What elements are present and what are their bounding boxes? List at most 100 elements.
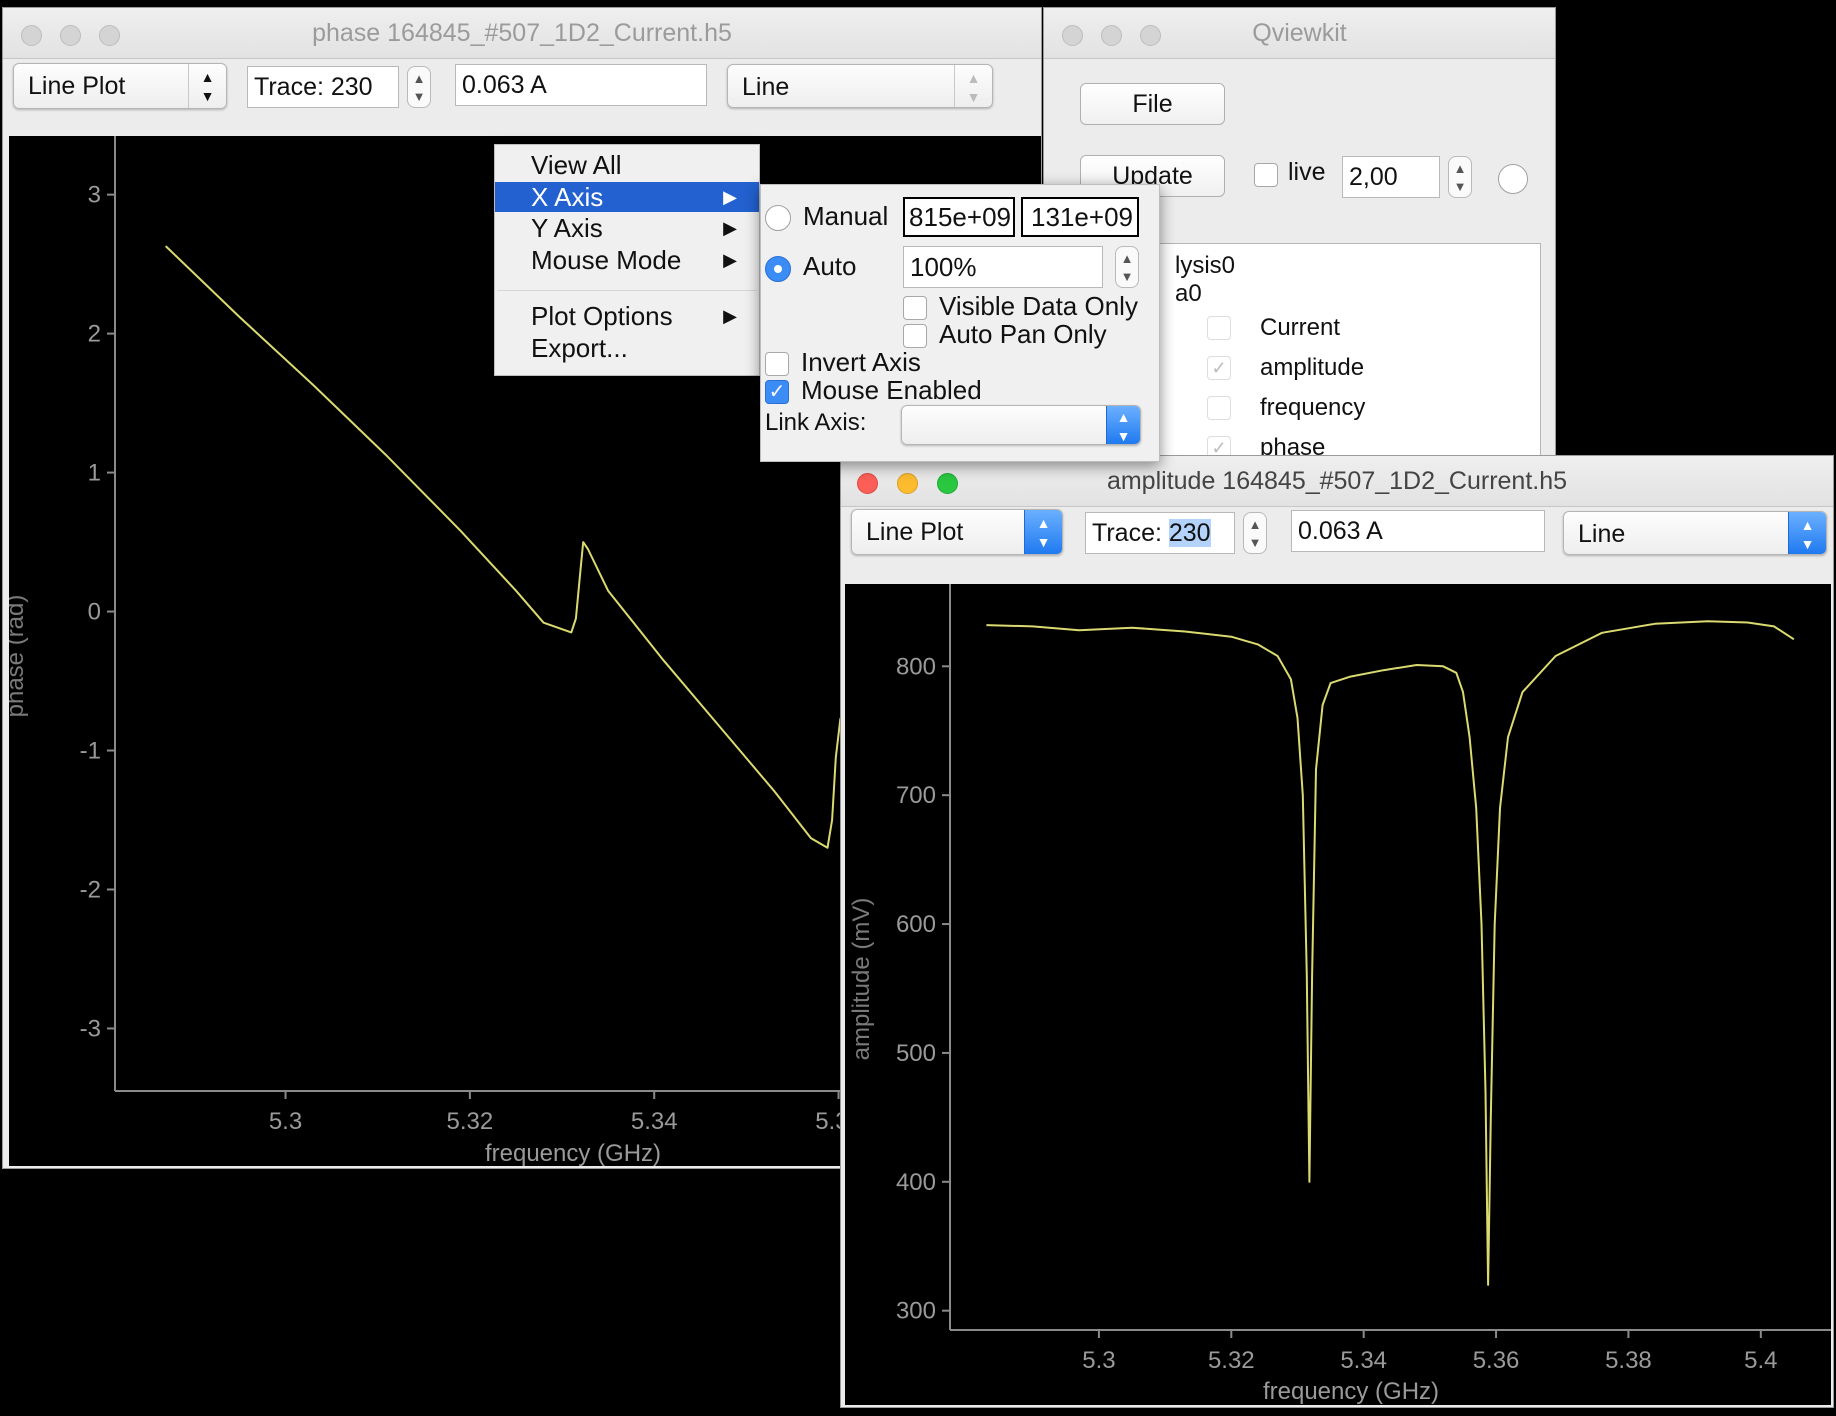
auto-percent-field[interactable]: 100% (903, 246, 1103, 288)
amplitude-window: amplitude 164845_#507_1D2_Current.h5 Lin… (840, 455, 1834, 1408)
auto-percent-stepper[interactable]: ▲ ▼ (1115, 246, 1139, 288)
trace-value: 230 (1168, 519, 1211, 547)
x-axis-submenu: Manual 815e+09 131e+09 Auto 100% ▲ ▼ Visi… (760, 184, 1160, 462)
amplitude-plot-area[interactable]: 800 700 600 500 400 300 5.3 5.32 5.34 5.36 5.38 5.4… (845, 584, 1831, 1405)
manual-radio[interactable] (765, 205, 791, 231)
select-arrows-icon: ▲ ▼ (954, 65, 992, 107)
y-tick-label: 0 (88, 599, 101, 626)
tree-item-phase[interactable]: phase (1260, 434, 1325, 456)
window-title: amplitude 164845_#507_1D2_Current.h5 (1106, 467, 1568, 495)
x-tick-label: 5.36 (1473, 1347, 1520, 1374)
menu-item-mouse-mode[interactable]: Mouse Mode ▶ (495, 245, 759, 275)
trace-field[interactable]: Trace: 230 (1085, 512, 1235, 554)
tree-item[interactable]: lysis0 (1175, 252, 1235, 280)
select-arrows-icon: ▲ ▼ (1788, 512, 1826, 554)
mouse-enabled-checkbox[interactable]: ✓ (765, 380, 789, 404)
invert-axis-checkbox[interactable] (765, 352, 789, 376)
tree-checkbox-amplitude[interactable]: ✓ (1207, 356, 1231, 380)
plot-type-label: Line Plot (28, 72, 126, 100)
menu-item-view-all[interactable]: View All (495, 150, 759, 180)
auto-percent-value: 100% (910, 252, 977, 282)
auto-label: Auto (803, 251, 857, 281)
select-arrows-icon: ▲ ▼ (1106, 406, 1140, 444)
y-tick-label: 800 (896, 653, 936, 680)
style-select[interactable]: Line ▲ ▼ (1563, 511, 1827, 555)
y-tick-label: -2 (80, 876, 101, 903)
x-axis-label: frequency (GHz) (485, 1140, 661, 1166)
x-tick-label: 5.4 (1744, 1347, 1777, 1374)
live-checkbox[interactable] (1254, 163, 1278, 187)
menu-item-export[interactable]: Export... (495, 333, 759, 363)
value-field[interactable]: 0.063 A (455, 64, 707, 106)
menu-item-label: Export... (531, 333, 628, 363)
menu-item-label: Plot Options (531, 301, 673, 331)
y-axis-label: phase (rad) (9, 595, 29, 718)
link-axis-select[interactable]: ▲ ▼ (901, 405, 1141, 445)
style-select[interactable]: Line ▲ ▼ (727, 64, 993, 108)
menu-separator (497, 290, 757, 291)
y-tick-label: 500 (896, 1040, 936, 1067)
y-tick-label: -3 (80, 1015, 101, 1042)
trace-prefix: Trace: (1092, 519, 1169, 547)
plot-type-label: Line Plot (866, 518, 964, 546)
menu-item-label: View All (531, 150, 622, 180)
phase-window-titlebar[interactable]: phase 164845_#507_1D2_Current.h5 (3, 8, 1041, 59)
trace-field[interactable]: Trace: 230 (247, 66, 399, 108)
trace-label: Trace: 230 (1092, 513, 1211, 553)
submenu-arrow-icon: ▶ (723, 187, 737, 207)
visible-data-only-label: Visible Data Only (939, 291, 1138, 321)
tree-item-amplitude[interactable]: amplitude (1260, 354, 1364, 382)
plot-type-select[interactable]: Line Plot ▲ ▼ (13, 63, 227, 109)
tree-item-frequency[interactable]: frequency (1260, 394, 1365, 422)
manual-max-field[interactable]: 131e+09 (1021, 197, 1139, 237)
mouse-enabled-label: Mouse Enabled (801, 375, 982, 405)
auto-radio[interactable] (765, 256, 791, 282)
manual-label: Manual (803, 201, 889, 231)
link-axis-label: Link Axis: (765, 409, 867, 436)
menu-item-plot-options[interactable]: Plot Options ▶ (495, 301, 759, 331)
amplitude-titlebar[interactable]: amplitude 164845_#507_1D2_Current.h5 (841, 456, 1833, 507)
y-axis-label: amplitude (mV) (848, 898, 875, 1061)
x-axis-label: frequency (GHz) (1263, 1378, 1439, 1405)
interval-field[interactable]: 2,00 (1342, 156, 1440, 198)
invert-axis-label: Invert Axis (801, 347, 921, 377)
select-arrows-icon: ▲ ▼ (1024, 510, 1062, 554)
live-label: live (1288, 158, 1326, 186)
menu-item-y-axis[interactable]: Y Axis ▶ (495, 213, 759, 243)
tree-item-current[interactable]: Current (1260, 314, 1340, 342)
value-field[interactable]: 0.063 A (1291, 510, 1545, 552)
trace-stepper[interactable]: ▲ ▼ (407, 66, 431, 108)
select-arrows-icon: ▲ ▼ (188, 64, 226, 108)
tree-checkbox-phase[interactable]: ✓ (1207, 436, 1231, 456)
qviewkit-titlebar[interactable]: Qviewkit (1044, 8, 1555, 59)
window-title: Qviewkit (1252, 19, 1347, 47)
submenu-arrow-icon: ▶ (723, 218, 737, 238)
submenu-arrow-icon: ▶ (723, 250, 737, 270)
value-label: 0.063 A (462, 71, 547, 99)
menu-item-label: X Axis (531, 182, 604, 212)
file-button[interactable]: File (1080, 83, 1225, 125)
status-indicator (1498, 164, 1528, 194)
y-tick-label: 400 (896, 1169, 936, 1196)
x-tick-label: 5.3 (269, 1108, 302, 1135)
visible-data-only-checkbox[interactable] (903, 296, 927, 320)
tree-item[interactable]: a0 (1175, 280, 1202, 308)
plot-type-select[interactable]: Line Plot ▲ ▼ (851, 509, 1063, 555)
x-tick-label: 5.32 (447, 1108, 494, 1135)
tree-checkbox-frequency[interactable] (1207, 396, 1231, 420)
menu-item-label: Mouse Mode (531, 245, 682, 275)
y-tick-label: 1 (88, 460, 101, 487)
auto-pan-only-checkbox[interactable] (903, 324, 927, 348)
manual-min-field[interactable]: 815e+09 (903, 197, 1015, 237)
y-tick-label: -1 (80, 738, 101, 765)
interval-stepper[interactable]: ▲ ▼ (1448, 156, 1472, 198)
y-tick-label: 700 (896, 782, 936, 809)
y-tick-label: 300 (896, 1298, 936, 1325)
x-tick-label: 5.34 (631, 1108, 678, 1135)
x-tick-label: 5.34 (1340, 1347, 1387, 1374)
tree-checkbox-current[interactable] (1207, 316, 1231, 340)
value-label: 0.063 A (1298, 517, 1383, 545)
amplitude-chart[interactable]: 800 700 600 500 400 300 5.3 5.32 5.34 5.36 5.38 5.4… (845, 584, 1831, 1405)
trace-stepper[interactable]: ▲ ▼ (1243, 512, 1267, 554)
menu-item-x-axis[interactable]: X Axis ▶ (495, 182, 759, 212)
